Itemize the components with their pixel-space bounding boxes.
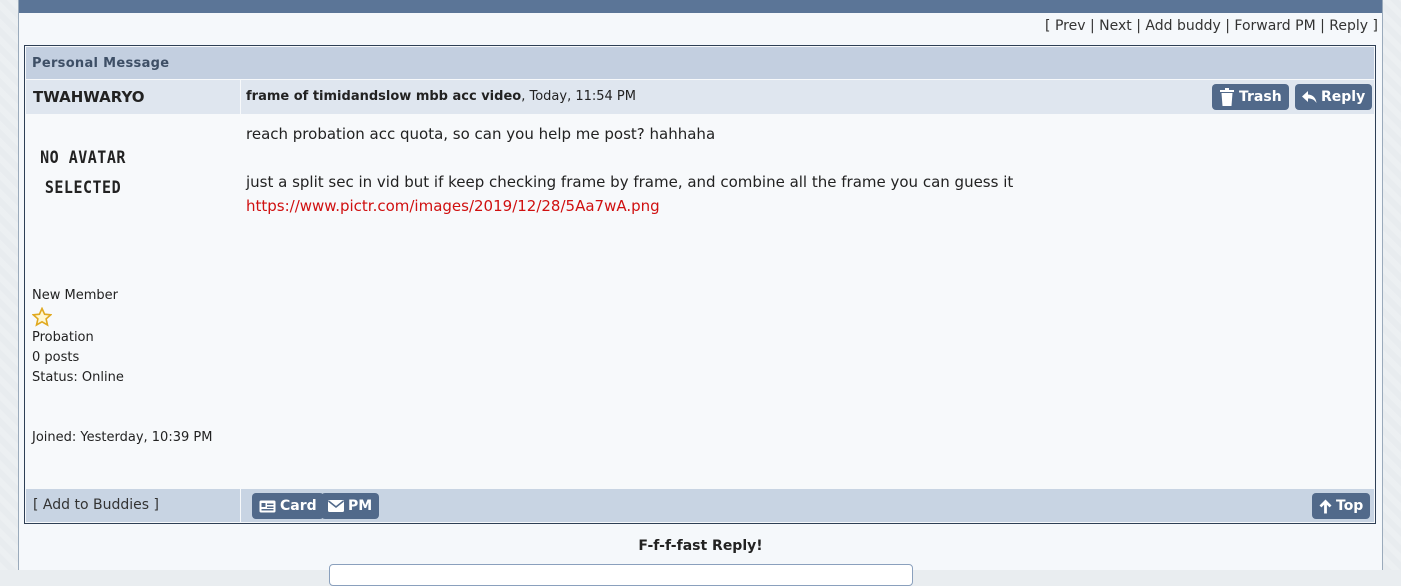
message-line-2: just a split sec in vid but if keep chec… <box>246 173 1014 191</box>
member-rank: New Member <box>32 288 118 303</box>
trash-icon <box>1219 88 1235 106</box>
trash-label: Trash <box>1239 89 1282 105</box>
author-name[interactable]: TWAHWARYO <box>26 80 240 114</box>
envelope-icon <box>328 500 344 512</box>
top-label: Top <box>1336 498 1364 514</box>
avatar-placeholder: NO AVATAR SELECTED <box>38 143 128 202</box>
top-button[interactable]: Top <box>1312 493 1371 519</box>
message-link[interactable]: https://www.pictr.com/images/2019/12/28/… <box>246 197 660 215</box>
add-to-buddies-link[interactable]: [ Add to Buddies ] <box>26 489 240 522</box>
nav-bracket-open: [ <box>1045 18 1051 34</box>
nav-bracket-close: ] <box>1372 18 1378 34</box>
star-icon <box>31 306 53 331</box>
pm-button[interactable]: PM <box>321 493 380 519</box>
message-footer-bar: Card PM Top <box>241 489 1374 522</box>
reply-arrow-icon <box>1302 90 1317 104</box>
reply-button[interactable]: Reply <box>1295 84 1373 110</box>
add-buddy-link[interactable]: Add buddy <box>1145 18 1220 34</box>
prev-link[interactable]: Prev <box>1055 18 1086 34</box>
message-subject: frame of timidandslow mbb acc video <box>246 89 522 104</box>
nav-separator: | <box>1320 18 1325 34</box>
next-link[interactable]: Next <box>1099 18 1132 34</box>
fast-reply-textarea[interactable] <box>329 564 913 586</box>
trash-button[interactable]: Trash <box>1212 84 1289 110</box>
online-status: Status: Online <box>32 370 124 385</box>
personal-message-panel: Personal Message TWAHWARYO frame of timi… <box>24 45 1376 524</box>
join-date: Joined: Yesterday, 10:39 PM <box>32 430 213 445</box>
pm-navigation: [ Prev | Next | Add buddy | Forward PM |… <box>1045 18 1378 34</box>
arrow-up-icon <box>1319 499 1332 514</box>
avatar-text-line1: NO AVATAR <box>40 147 126 168</box>
author-profile: NO AVATAR SELECTED New Member Probation … <box>26 114 240 489</box>
member-group: Probation <box>32 330 94 345</box>
message-date: , Today, 11:54 PM <box>521 89 636 104</box>
reply-label: Reply <box>1321 89 1366 105</box>
card-button[interactable]: Card <box>252 493 324 519</box>
message-subject-bar: frame of timidandslow mbb acc video, Tod… <box>241 80 1374 114</box>
fast-reply-title: F-f-f-fast Reply! <box>638 538 763 554</box>
content-wrapper: [ Prev | Next | Add buddy | Forward PM |… <box>18 0 1383 586</box>
nav-separator: | <box>1225 18 1230 34</box>
reply-link[interactable]: Reply <box>1329 18 1368 34</box>
pm-label: PM <box>348 498 373 514</box>
message-line-1: reach probation acc quota, so can you he… <box>246 125 716 143</box>
nav-separator: | <box>1089 18 1095 34</box>
avatar-text-line2: SELECTED <box>44 177 122 198</box>
forward-pm-link[interactable]: Forward PM <box>1234 18 1315 34</box>
message-body: reach probation acc quota, so can you he… <box>246 122 1366 218</box>
id-card-icon <box>259 500 276 513</box>
nav-separator: | <box>1136 18 1141 34</box>
post-count: 0 posts <box>32 350 80 365</box>
card-label: Card <box>280 498 317 514</box>
panel-header: Personal Message <box>26 47 1374 79</box>
top-title-bar <box>19 0 1382 13</box>
